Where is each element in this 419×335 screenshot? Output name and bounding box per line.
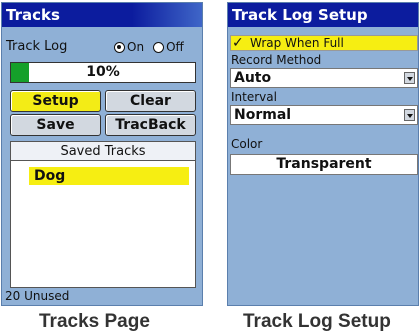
tracks-title: Tracks <box>6 6 60 24</box>
record-method-label: Record Method <box>231 53 322 67</box>
wrap-when-full-label: Wrap When Full <box>250 36 344 50</box>
unused-count: 20 Unused <box>5 289 70 303</box>
radio-off[interactable] <box>153 41 165 53</box>
radio-on-label: On <box>127 40 145 54</box>
clear-button[interactable]: Clear <box>105 90 196 112</box>
interval-value: Normal <box>234 107 292 123</box>
saved-tracks-list: Dog <box>10 160 196 288</box>
color-field[interactable]: Transparent <box>230 154 418 175</box>
setup-title-bar: Track Log Setup <box>228 3 418 27</box>
radio-off-label: Off <box>166 40 184 54</box>
saved-tracks-header: Saved Tracks <box>10 141 196 161</box>
progress-percent: 10% <box>86 64 120 80</box>
track-log-setup-screen: Track Log Setup ✓ Wrap When Full Record … <box>227 2 419 306</box>
caption-track-log-setup: Track Log Setup <box>243 311 391 332</box>
tracback-button[interactable]: TracBack <box>105 114 196 136</box>
list-item[interactable]: Dog <box>29 167 189 185</box>
checkmark-icon: ✓ <box>232 35 244 51</box>
record-method-select[interactable]: Auto <box>230 68 418 88</box>
save-button[interactable]: Save <box>10 114 101 136</box>
caption-tracks-page: Tracks Page <box>39 311 150 332</box>
track-log-label: Track Log <box>6 39 68 54</box>
dropdown-arrow-icon <box>404 72 415 84</box>
color-label: Color <box>231 137 263 151</box>
dropdown-arrow-icon <box>404 109 415 121</box>
record-method-value: Auto <box>234 70 272 86</box>
title-bar-gradient <box>132 3 202 27</box>
interval-select[interactable]: Normal <box>230 105 418 125</box>
wrap-when-full-checkbox[interactable]: ✓ Wrap When Full <box>230 35 418 51</box>
track-log-progress-bar: 10% <box>10 62 196 83</box>
tracks-screen: Tracks Track Log On Off 10% Setup Clear … <box>1 2 203 306</box>
setup-title: Track Log Setup <box>232 6 368 24</box>
setup-button[interactable]: Setup <box>10 90 101 112</box>
radio-on[interactable] <box>114 41 125 53</box>
interval-label: Interval <box>231 90 277 104</box>
track-log-radio-group: On Off <box>114 40 193 54</box>
tracks-title-bar: Tracks <box>2 3 202 27</box>
